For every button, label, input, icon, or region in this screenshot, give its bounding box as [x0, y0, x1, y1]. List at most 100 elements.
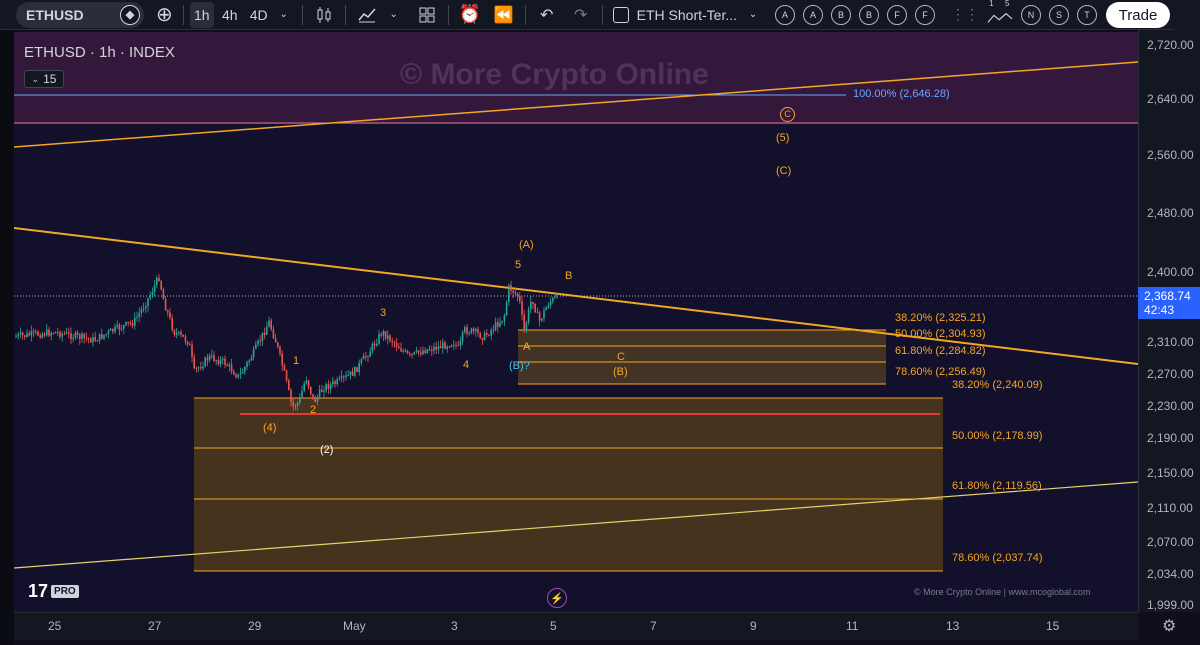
badge-t[interactable]: T — [1077, 4, 1098, 25]
gear-icon[interactable]: ⚙ — [1162, 616, 1176, 636]
candle-body — [461, 331, 464, 342]
undo-icon[interactable]: ↶ — [532, 2, 562, 28]
time-label: 3 — [451, 619, 458, 633]
price-label: 2,110.00 — [1147, 501, 1193, 515]
replay-icon[interactable]: ⏪ — [489, 2, 519, 28]
candle-body — [202, 366, 204, 369]
chevron-down-icon[interactable]: ⌄ — [272, 2, 296, 28]
candle-body — [398, 346, 400, 349]
candle-body — [76, 332, 79, 335]
fib-large-618-label: 61.80% (2,119.56) — [952, 480, 1042, 492]
candle-body — [30, 331, 33, 336]
candle-body — [327, 384, 330, 389]
candle-body — [171, 317, 173, 330]
candle-body — [459, 341, 462, 346]
legend-collapse-button[interactable]: ⌄ 15 — [24, 70, 64, 88]
badge-s[interactable]: S — [1049, 4, 1070, 25]
time-label: 11 — [846, 619, 859, 633]
fib-small-500-label: 50.00% (2,304.93) — [895, 328, 986, 340]
chevron-down-icon[interactable]: ⌄ — [382, 2, 406, 28]
redo-icon[interactable]: ↷ — [566, 2, 596, 28]
diamond-icon[interactable]: ◆ — [120, 4, 140, 25]
candle-body — [98, 333, 101, 341]
interval-4d-button[interactable]: 4D — [246, 2, 272, 28]
candle-body — [411, 353, 413, 355]
interval-1h-button[interactable]: 1h — [189, 1, 214, 28]
candle-body — [329, 384, 332, 389]
candle-body — [530, 302, 532, 310]
candle-body — [178, 331, 180, 334]
candle-body — [195, 368, 198, 370]
symbol-label: ETHUSD — [26, 6, 84, 23]
candle-body — [358, 362, 360, 372]
badge-a1[interactable]: A — [775, 4, 796, 25]
badge-a2[interactable]: A — [803, 4, 824, 25]
badge-b2[interactable]: B — [859, 4, 880, 25]
layout-checkbox-icon[interactable] — [612, 6, 629, 23]
candles-icon[interactable] — [309, 2, 339, 28]
candle-body — [277, 342, 279, 347]
badge-f1[interactable]: F — [887, 4, 908, 25]
interval-4h-button[interactable]: 4h — [218, 2, 242, 28]
layout-name[interactable]: ETH Short-Ter... — [637, 7, 737, 23]
wave-2: 2 — [310, 404, 317, 416]
divider — [182, 4, 184, 25]
candle-body — [552, 297, 554, 302]
time-axis[interactable]: 25 27 29 May 3 5 7 9 11 13 15 — [14, 612, 1138, 640]
candle-body — [79, 334, 81, 340]
candle-body — [142, 308, 145, 310]
candle-body — [175, 333, 178, 335]
candle-body — [279, 346, 281, 354]
candle-body — [252, 348, 255, 358]
compare-add-icon[interactable]: ⊕ — [152, 2, 177, 28]
trade-button[interactable]: Trade — [1106, 2, 1170, 28]
candle-body — [527, 309, 530, 323]
candle-body — [250, 357, 253, 361]
candle-body — [488, 334, 490, 336]
candle-body — [107, 330, 110, 334]
candle-body — [541, 318, 543, 321]
chart-legend-title[interactable]: ETHUSD · 1h · INDEX — [24, 44, 175, 61]
candle-body — [387, 335, 389, 339]
candle-body — [248, 360, 250, 363]
badge-b1[interactable]: B — [831, 4, 852, 25]
indicator-wave-icon[interactable]: 1 5 — [983, 0, 1017, 28]
candle-body — [151, 292, 154, 296]
candle-body — [371, 343, 374, 352]
candle-body — [204, 357, 206, 367]
badge-f2[interactable]: F — [915, 4, 936, 25]
candle-body — [281, 353, 283, 366]
candle-body — [41, 333, 44, 338]
price-label: 2,400.00 — [1147, 265, 1194, 279]
wave-3: 3 — [380, 307, 387, 319]
candle-body — [318, 389, 321, 397]
candle-body — [523, 314, 525, 331]
price-label: 2,150.00 — [1147, 466, 1194, 480]
alert-clock-icon[interactable]: ⏰ — [455, 2, 485, 28]
candle-body — [241, 371, 244, 374]
candle-body — [180, 331, 182, 335]
drag-handle-icon[interactable]: ⋮⋮ — [947, 2, 983, 28]
candle-body — [263, 332, 266, 335]
candle-body — [224, 358, 226, 365]
candle-body — [483, 332, 486, 340]
candle-body — [96, 340, 99, 342]
layout-grid-icon[interactable] — [412, 2, 442, 28]
symbol-search-button[interactable]: ETHUSD ◆ — [16, 1, 144, 28]
indicators-icon[interactable] — [352, 2, 382, 28]
chevron-down-icon[interactable]: ⌄ — [741, 2, 765, 28]
lightning-icon[interactable]: ⚡ — [547, 588, 567, 608]
fib-100-label: 100.00% (2,646.28) — [853, 88, 950, 100]
candle-body — [437, 346, 440, 350]
candle-body — [424, 350, 426, 354]
candle-body — [125, 321, 127, 325]
tradingview-logo[interactable]: 17 PRO — [28, 581, 79, 602]
price-label: 2,480.00 — [1147, 206, 1194, 220]
time-label: 9 — [750, 619, 757, 633]
price-label: 2,560.00 — [1147, 148, 1194, 162]
candle-body — [57, 331, 59, 333]
badge-n[interactable]: N — [1021, 4, 1042, 25]
indicator-number-1: 1 — [989, 0, 994, 8]
candle-body — [316, 396, 319, 402]
price-axis[interactable]: 2,720.00 2,640.00 2,560.00 2,480.00 2,40… — [1138, 30, 1200, 612]
